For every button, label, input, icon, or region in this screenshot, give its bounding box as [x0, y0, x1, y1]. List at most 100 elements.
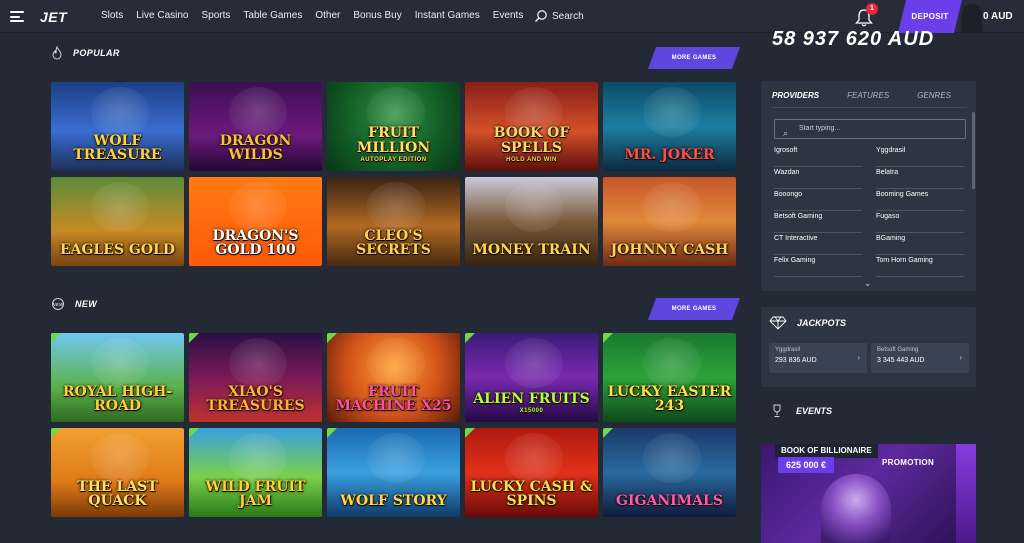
- jackpot-card[interactable]: Yggdrasil 293 836 AUD ›: [769, 343, 867, 373]
- avatar[interactable]: [962, 4, 982, 32]
- promo-banner[interactable]: BOOK OF BILLIONAIRE 625 000 € PROMOTION: [761, 444, 976, 543]
- game-title: Mr. Joker: [624, 147, 715, 164]
- logo[interactable]: JET: [40, 9, 67, 25]
- nav-item-sports[interactable]: Sports: [202, 10, 231, 21]
- nav-item-bonus-buy[interactable]: Bonus Buy: [353, 10, 401, 21]
- game-title: The Last Quack: [77, 478, 158, 510]
- game-tile[interactable]: Wolf Story: [327, 428, 460, 517]
- chevron-right-icon: ›: [857, 353, 860, 362]
- jackpots-header: JACKPOTS: [769, 316, 846, 330]
- providers-panel: PROVIDERS FEATURES GENRES ⌕ Start typing…: [761, 81, 976, 291]
- new-corner-badge: [603, 428, 613, 438]
- provider-item[interactable]: Booongo: [774, 189, 862, 211]
- jackpots-title: JACKPOTS: [797, 318, 847, 328]
- provider-item[interactable]: Felix Gaming: [774, 255, 862, 277]
- game-title: Dragon's Gold 100: [212, 227, 299, 259]
- game-artwork: [366, 182, 426, 233]
- game-tile[interactable]: Xiao's Treasures: [189, 333, 322, 422]
- diamond-icon: [769, 316, 787, 330]
- provider-item[interactable]: BGaming: [876, 233, 964, 255]
- provider-item[interactable]: Igrosoft: [774, 145, 862, 167]
- main-nav: Slots Live Casino Sports Table Games Oth…: [101, 10, 536, 21]
- jackpot-provider: Betsoft Gaming: [877, 347, 919, 353]
- game-tile[interactable]: Fruit Machine x25: [327, 333, 460, 422]
- provider-item[interactable]: Wazdan: [774, 167, 862, 189]
- search-icon: [534, 10, 547, 23]
- game-artwork: [228, 433, 288, 484]
- next-promo-banner[interactable]: [956, 444, 976, 543]
- nav-item-other[interactable]: Other: [315, 10, 340, 21]
- game-artwork: [90, 87, 150, 138]
- provider-item[interactable]: Booming Games: [876, 189, 964, 211]
- nav-item-live-casino[interactable]: Live Casino: [136, 10, 188, 21]
- game-tile[interactable]: Lucky Cash & Spins: [465, 428, 598, 517]
- balance[interactable]: 0 AUD: [983, 11, 1013, 22]
- game-tile[interactable]: Mr. Joker: [603, 82, 736, 171]
- tab-genres[interactable]: GENRES: [917, 91, 951, 100]
- provider-search-input[interactable]: ⌕ Start typing...: [774, 119, 966, 139]
- tab-features[interactable]: FEATURES: [847, 91, 889, 100]
- provider-item[interactable]: CT Interactive: [774, 233, 862, 255]
- nav-item-instant-games[interactable]: Instant Games: [415, 10, 480, 21]
- chevron-down-icon[interactable]: ⌄: [864, 278, 872, 289]
- new-corner-badge: [327, 333, 337, 343]
- jackpot-provider: Yggdrasil: [775, 347, 801, 353]
- game-artwork: [504, 433, 564, 484]
- game-title: Johnny Cash: [610, 242, 729, 259]
- nav-item-slots[interactable]: Slots: [101, 10, 123, 21]
- game-tile[interactable]: Johnny Cash: [603, 177, 736, 266]
- game-tile[interactable]: Royal High-Road: [51, 333, 184, 422]
- menu-icon[interactable]: [10, 11, 24, 22]
- game-title: Royal High-Road: [62, 383, 173, 415]
- game-tile[interactable]: Lucky Easter 243: [603, 333, 736, 422]
- section-header-popular: POPULAR: [51, 46, 120, 60]
- game-tile[interactable]: Book of Spells HOLD AND WIN: [465, 82, 598, 171]
- provider-item[interactable]: Fugaso: [876, 211, 964, 233]
- game-tile[interactable]: Fruit Million Autoplay Edition: [327, 82, 460, 171]
- promo-prize: 625 000 €: [778, 457, 835, 473]
- game-tile[interactable]: Alien Fruits X15000: [465, 333, 598, 422]
- game-tile[interactable]: Wild Fruit Jam: [189, 428, 322, 517]
- chevron-right-icon: ›: [959, 353, 962, 362]
- provider-item[interactable]: Yggdrasil: [876, 145, 964, 167]
- provider-item[interactable]: Belatra: [876, 167, 964, 189]
- game-tile[interactable]: Dragon Wilds: [189, 82, 322, 171]
- more-games-button-popular[interactable]: MORE GAMES: [648, 47, 740, 69]
- tab-providers[interactable]: PROVIDERS: [772, 91, 819, 100]
- promo-character-image: [821, 474, 891, 543]
- game-title: Giganimals: [616, 493, 723, 510]
- new-badge-icon: NEW: [52, 298, 65, 310]
- provider-item[interactable]: Betsoft Gaming: [774, 211, 862, 233]
- game-title: Eagles Gold: [59, 242, 176, 259]
- fire-icon: [52, 46, 62, 60]
- game-tile[interactable]: The Last Quack: [51, 428, 184, 517]
- game-tile[interactable]: Money Train: [465, 177, 598, 266]
- provider-item[interactable]: Tom Horn Gaming: [876, 255, 964, 277]
- game-subtitle: X15000: [519, 407, 544, 414]
- game-title: Wolf Story: [340, 493, 447, 510]
- jackpot-card[interactable]: Betsoft Gaming 3 345 443 AUD ›: [871, 343, 969, 373]
- game-artwork: [642, 338, 702, 389]
- game-tile[interactable]: Wolf Treasure: [51, 82, 184, 171]
- scrollbar[interactable]: [972, 112, 975, 189]
- search-button[interactable]: Search: [534, 9, 584, 23]
- game-title: Alien Fruits X15000: [469, 392, 594, 414]
- more-games-button-new[interactable]: MORE GAMES: [648, 298, 740, 320]
- game-artwork: [642, 433, 702, 484]
- game-subtitle: HOLD AND WIN: [506, 156, 557, 163]
- nav-item-table-games[interactable]: Table Games: [243, 10, 302, 21]
- game-tile[interactable]: Eagles Gold: [51, 177, 184, 266]
- nav-item-events[interactable]: Events: [493, 10, 524, 21]
- provider-search-placeholder: Start typing...: [799, 125, 841, 132]
- game-title: Wild Fruit Jam: [205, 478, 306, 510]
- promo-title: BOOK OF BILLIONAIRE: [775, 444, 878, 458]
- game-artwork: [228, 338, 288, 389]
- game-artwork: [366, 433, 426, 484]
- game-tile[interactable]: Cleo's Secrets: [327, 177, 460, 266]
- notification-badge: 1: [866, 3, 878, 15]
- game-tile[interactable]: Dragon's Gold 100: [189, 177, 322, 266]
- game-title: Wolf Treasure: [73, 132, 162, 164]
- game-tile[interactable]: Giganimals: [603, 428, 736, 517]
- svg-text:NEW: NEW: [53, 302, 65, 307]
- new-corner-badge: [465, 428, 475, 438]
